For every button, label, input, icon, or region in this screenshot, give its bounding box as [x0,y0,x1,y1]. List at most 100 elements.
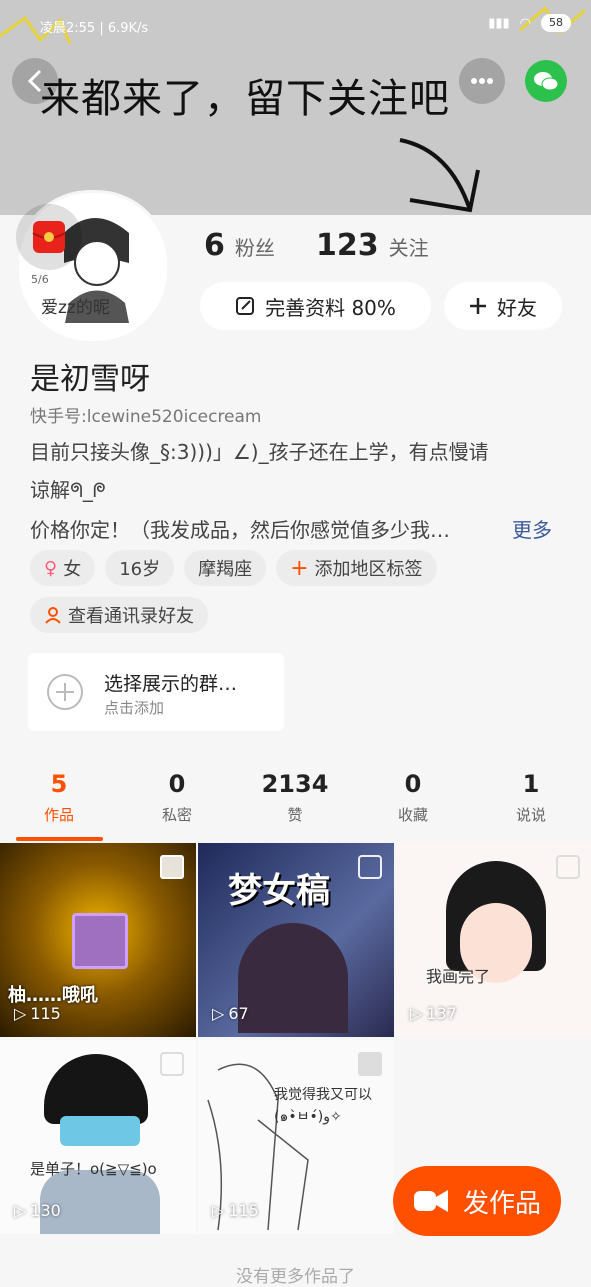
play-icon: ▷ [212,1004,225,1023]
play-count: ▷ 137 [410,1004,457,1023]
play-icon: ▷ [14,1004,27,1023]
tag-age-label: 16岁 [119,559,161,580]
select-checkbox[interactable] [556,855,580,879]
avatar-caption: 爱zz的昵 [41,298,110,318]
play-count-value: 130 [30,1201,61,1220]
red-packet-icon [32,221,66,253]
camera-icon [413,1190,448,1212]
work-thumbnail[interactable]: 柚……哦吼 ▷ 115 [0,843,196,1037]
plus-icon: + [290,555,309,581]
kuaishou-id[interactable]: 快手号:lcewine520icecream [30,402,262,427]
work-thumbnail[interactable]: 是单子！o(≧▽≦)o ▷ 130 [0,1040,196,1234]
tag-add-region-label: 添加地区标签 [314,559,423,580]
status-bar: 凌晨2:55 | 6.9K/s ▮▮▮ ◠ 58 [0,0,591,52]
add-friend-label: 好友 [497,295,537,320]
contacts-friends-label: 查看通讯录好友 [68,606,194,627]
post-work-label: 发作品 [462,1188,541,1219]
tag-age[interactable]: 16岁 [105,550,175,586]
tab-moments-count: 1 [522,770,540,798]
contacts-friends-button[interactable]: 查看通讯录好友 [30,597,208,633]
work-thumbnail[interactable]: 梦女稿 ▷ 67 [198,843,394,1037]
back-button[interactable] [12,58,58,104]
select-checkbox[interactable] [358,855,382,879]
add-circle-icon [47,674,83,710]
tab-works-label: 作品 [43,806,74,824]
play-count-value: 115 [30,1004,61,1023]
tag-zodiac-label: 摩羯座 [198,559,253,580]
thumbnail-art [238,923,348,1033]
tab-private[interactable]: 0 私密 [118,770,236,825]
thumbnail-glasses [60,1116,140,1146]
tab-works[interactable]: 5 作品 [0,770,118,825]
thumbnail-art [72,913,128,969]
tab-likes-count: 2134 [261,770,329,798]
bio-line-1: 目前只接头像_§:3)))」∠)_孩子还在上学，有点慢请 [30,440,489,464]
tab-moments[interactable]: 1 说说 [472,770,590,825]
following-count: 123 [316,228,379,263]
bio-more-link[interactable]: 更多 [512,514,552,543]
bio-line-3: 价格你定！（我发成品，然后你感觉值多少我… [30,518,450,542]
work-thumbnail[interactable]: 我画完了 ▷ 137 [396,843,591,1037]
profile-name: 是初雪呀 [30,362,150,397]
tab-private-label: 私密 [161,806,192,824]
tag-gender-label: 女 [63,559,82,580]
more-button[interactable] [459,58,505,104]
image-icon [358,1052,382,1076]
play-count: ▷ 67 [212,1004,249,1023]
battery-icon: 58 [541,14,571,32]
fans-label: 粉丝 [234,236,275,260]
play-count-value: 137 [426,1004,457,1023]
bio-line-2: 谅解ᖗ_ᖘ [30,478,106,502]
play-count: ▷ 115 [212,1201,259,1220]
play-count-value: 67 [228,1004,249,1023]
plus-icon [470,298,486,314]
play-count: ▷ 130 [14,1201,61,1220]
add-friend-button[interactable]: 好友 [444,282,562,330]
banner-text: 来都来了，留下关注吧 [40,76,450,122]
red-packet-button[interactable] [16,204,82,270]
group-card-subtitle: 点击添加 [104,699,165,717]
play-count: ▷ 115 [14,1004,61,1023]
no-more-footer: 没有更多作品了 [236,1267,355,1287]
wifi-icon: ◠ [519,15,531,31]
group-card-title: 选择展示的群… [104,673,238,695]
play-icon: ▷ [14,1201,27,1220]
tab-favorites-label: 收藏 [397,806,428,824]
contacts-icon [45,607,61,624]
tab-private-count: 0 [168,770,186,798]
edit-profile-label: 完善资料 80% [265,295,396,320]
tab-favorites[interactable]: 0 收藏 [354,770,472,825]
active-tab-indicator [16,837,103,841]
fans-stat[interactable]: 6 粉丝 [204,228,275,263]
wechat-share-button[interactable] [525,60,567,102]
play-icon: ▷ [212,1201,225,1220]
group-display-card[interactable]: 选择展示的群… 点击添加 [28,653,284,731]
tag-gender[interactable]: ♀ 女 [30,550,96,586]
work-thumbnail[interactable]: 我觉得我又可以(๑•̀ㅂ•́)و✧ ▷ 115 [198,1040,394,1234]
more-dots-icon [471,78,493,84]
post-work-button[interactable]: 发作品 [393,1166,561,1236]
status-icons: ▮▮▮ ◠ 58 [488,14,571,32]
work-caption: 我画完了 [426,967,491,986]
tab-likes-label: 赞 [287,806,303,824]
wechat-icon [534,72,559,91]
profile-tags: ♀ 女 16岁 摩羯座 + 添加地区标签 [30,550,437,586]
tab-favorites-count: 0 [404,770,422,798]
tag-zodiac[interactable]: 摩羯座 [184,550,267,586]
edit-profile-button[interactable]: 完善资料 80% [200,282,431,330]
following-stat[interactable]: 123 关注 [316,228,429,263]
select-checkbox[interactable] [160,1052,184,1076]
avatar-counter: 5/6 [31,273,49,286]
female-icon: ♀ [44,557,58,579]
back-arrow-icon [27,69,42,93]
signal-icon: ▮▮▮ [488,15,510,31]
work-caption: 是单子！o(≧▽≦)o [30,1160,157,1178]
fans-count: 6 [204,228,225,263]
work-caption: 我觉得我又可以(๑•̀ㅂ•́)و✧ [274,1087,372,1125]
tab-likes[interactable]: 2134 赞 [236,770,354,825]
thumbnail-art [44,1054,148,1124]
tag-add-region[interactable]: + 添加地区标签 [276,550,437,586]
work-caption: 梦女稿 [228,871,330,911]
image-icon [160,855,184,879]
play-icon: ▷ [410,1004,423,1023]
